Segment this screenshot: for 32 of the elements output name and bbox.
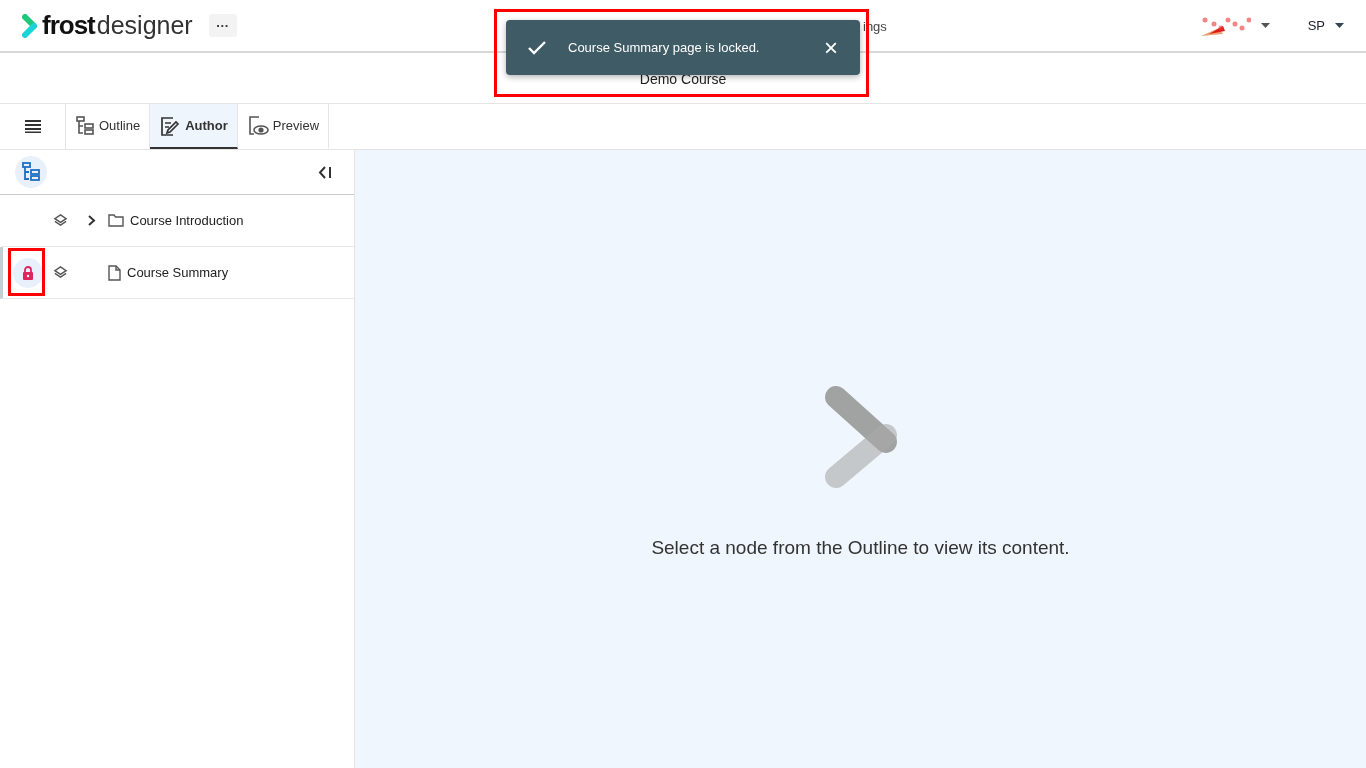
tree-icon [75,115,95,136]
preview-icon [246,114,269,137]
logo-text: frost [42,10,95,41]
close-button[interactable]: × [824,35,838,60]
menu-icon [24,120,41,133]
layers-icon [52,265,68,280]
empty-state-message: Select a node from the Outline to view its content. [651,537,1070,559]
logo-text: designer [96,11,193,40]
document-icon [108,264,121,281]
collapse-icon[interactable] [318,165,332,179]
lock-button[interactable] [13,257,43,288]
tree-item-label: Course Summary [127,265,229,280]
more-button[interactable]: ··· [208,14,237,37]
chevron-logo-icon [823,385,898,489]
layers-icon [52,213,68,228]
edit-document-icon [159,114,182,137]
logo-icon [22,13,40,38]
outline-toggle-button[interactable] [15,156,47,188]
check-icon [528,40,546,55]
caret-icon [1335,23,1344,28]
folder-icon [108,214,124,227]
tree-row[interactable]: Course Introduction [0,195,354,247]
toast-message: Course Summary page is locked. [568,40,761,55]
user-menu-button[interactable]: SP [1307,18,1344,33]
tree-row[interactable]: Course Summary [0,247,354,299]
caret-icon [1260,23,1270,28]
tree-icon [21,162,41,182]
lock-icon [22,265,34,280]
tree-item-label: Course Introduction [130,213,244,228]
tab[interactable]: Author [150,104,238,149]
highlight-frame [8,248,45,296]
chevron-right-icon[interactable] [88,215,96,226]
